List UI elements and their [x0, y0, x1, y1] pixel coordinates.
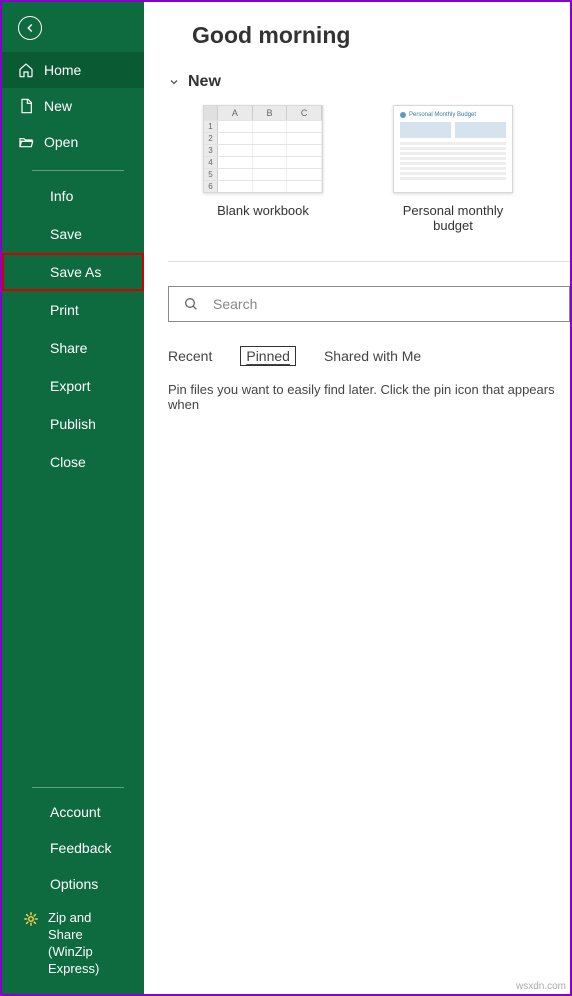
search-icon — [183, 296, 199, 312]
search-input[interactable] — [213, 287, 569, 321]
template-thumbnail: Personal Monthly Budget — [393, 105, 513, 193]
nav-feedback[interactable]: Feedback — [2, 830, 144, 866]
nav-close[interactable]: Close — [2, 443, 144, 481]
main-panel: Good morning New ABC 1 2 3 4 5 6 — [144, 2, 570, 994]
template-label: Blank workbook — [196, 203, 330, 218]
nav-share[interactable]: Share — [2, 329, 144, 367]
divider — [168, 261, 570, 262]
nav-options[interactable]: Options — [2, 866, 144, 902]
watermark: wsxdn.com — [516, 981, 566, 992]
search-box[interactable] — [168, 286, 570, 322]
template-blank-workbook[interactable]: ABC 1 2 3 4 5 6 Blank workbook — [196, 105, 330, 233]
folder-open-icon — [18, 134, 34, 150]
zip-icon — [22, 910, 40, 928]
nav-label: New — [44, 98, 72, 114]
nav-zip-share[interactable]: Zip and Share (WinZip Express) — [2, 902, 144, 986]
nav-publish[interactable]: Publish — [2, 405, 144, 443]
arrow-left-icon — [23, 21, 37, 35]
nav-print[interactable]: Print — [2, 291, 144, 329]
recent-tabs: Recent Pinned Shared with Me — [168, 346, 570, 366]
pinned-empty-message: Pin files you want to easily find later.… — [168, 382, 570, 412]
zip-label: Zip and Share (WinZip Express) — [48, 910, 128, 978]
nav-divider — [32, 787, 124, 788]
nav-label: Home — [44, 62, 81, 78]
new-section-toggle[interactable]: New — [168, 73, 570, 91]
chevron-down-icon — [168, 76, 180, 88]
nav-export[interactable]: Export — [2, 367, 144, 405]
file-icon — [18, 98, 34, 114]
nav-save-as[interactable]: Save As — [2, 253, 144, 291]
nav-save[interactable]: Save — [2, 215, 144, 253]
tab-pinned[interactable]: Pinned — [240, 346, 296, 366]
nav-new[interactable]: New — [2, 88, 144, 124]
template-list: ABC 1 2 3 4 5 6 Blank workbook Personal … — [196, 105, 570, 233]
page-title: Good morning — [192, 22, 570, 49]
nav-info[interactable]: Info — [2, 177, 144, 215]
template-thumbnail: ABC 1 2 3 4 5 6 — [203, 105, 323, 193]
nav-label: Open — [44, 134, 78, 150]
home-icon — [18, 62, 34, 78]
template-personal-monthly-budget[interactable]: Personal Monthly Budget Personal monthly… — [386, 105, 520, 233]
template-label: Personal monthly budget — [386, 203, 520, 233]
backstage-sidebar: Home New Open Info Save Save As Print Sh… — [2, 2, 144, 994]
tab-recent[interactable]: Recent — [168, 346, 212, 366]
nav-home[interactable]: Home — [2, 52, 144, 88]
nav-open[interactable]: Open — [2, 124, 144, 160]
back-button[interactable] — [18, 16, 42, 40]
nav-account[interactable]: Account — [2, 794, 144, 830]
section-heading: New — [188, 73, 221, 91]
nav-divider — [32, 170, 124, 171]
tab-shared[interactable]: Shared with Me — [324, 346, 421, 366]
